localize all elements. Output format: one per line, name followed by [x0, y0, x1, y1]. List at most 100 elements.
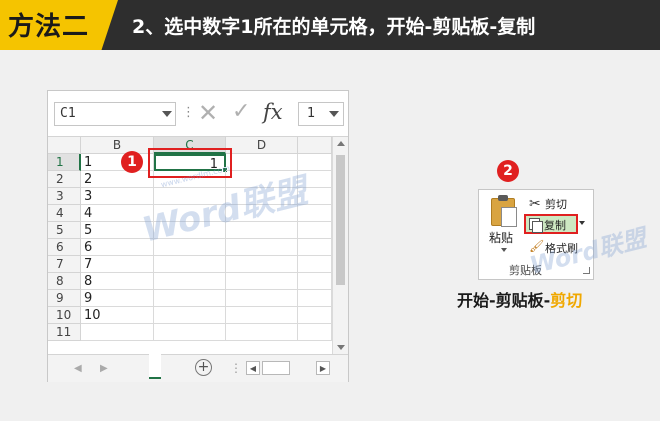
cell[interactable]: [154, 324, 226, 341]
cell[interactable]: [154, 239, 226, 256]
cell[interactable]: [298, 324, 332, 341]
cell[interactable]: 5: [81, 222, 154, 239]
scroll-right-icon[interactable]: ▶: [316, 361, 330, 375]
cell[interactable]: [226, 273, 298, 290]
enter-icon[interactable]: ✓: [232, 99, 250, 124]
select-all-corner[interactable]: [48, 137, 81, 154]
row-header[interactable]: 7: [48, 256, 81, 273]
table-row: 3 3: [48, 188, 332, 205]
row-header[interactable]: 9: [48, 290, 81, 307]
cell[interactable]: [226, 307, 298, 324]
cell[interactable]: [298, 222, 332, 239]
formula-input[interactable]: 1: [298, 102, 344, 126]
cell[interactable]: [154, 273, 226, 290]
horizontal-scroll-thumb[interactable]: [262, 361, 290, 375]
cell[interactable]: [226, 324, 298, 341]
table-row: 6 6: [48, 239, 332, 256]
row-header[interactable]: 6: [48, 239, 81, 256]
cell[interactable]: 9: [81, 290, 154, 307]
cut-button[interactable]: 剪切: [545, 196, 567, 212]
chevron-down-icon[interactable]: [579, 221, 585, 225]
row-header[interactable]: 2: [48, 171, 81, 188]
row-header[interactable]: 4: [48, 205, 81, 222]
column-header-d[interactable]: D: [226, 137, 298, 154]
cancel-icon[interactable]: ✕: [198, 99, 218, 127]
cell[interactable]: 2: [81, 171, 154, 188]
scroll-down-icon[interactable]: [337, 345, 345, 350]
row-header[interactable]: 5: [48, 222, 81, 239]
scroll-up-icon[interactable]: [337, 141, 345, 146]
chevron-down-icon[interactable]: [501, 248, 507, 252]
cell[interactable]: 8: [81, 273, 154, 290]
cell[interactable]: [154, 205, 226, 222]
sheet-tab-bar: ◀ ▶ + ⋮ ◀ ▶: [48, 353, 348, 382]
cell[interactable]: 7: [81, 256, 154, 273]
cell[interactable]: 3: [81, 188, 154, 205]
group-label: 剪贴板: [509, 264, 542, 277]
format-painter-button[interactable]: 格式刷: [545, 240, 578, 256]
cell[interactable]: [226, 188, 298, 205]
cell[interactable]: [226, 205, 298, 222]
table-row: 4 4: [48, 205, 332, 222]
copy-label: 复制: [544, 219, 566, 232]
add-sheet-icon[interactable]: +: [195, 359, 212, 376]
copy-icon: [529, 218, 543, 233]
cell[interactable]: [154, 290, 226, 307]
sheet-prev-icon[interactable]: ◀: [74, 363, 82, 374]
cell[interactable]: [298, 256, 332, 273]
name-box-value: C1: [60, 106, 76, 121]
cell[interactable]: [226, 222, 298, 239]
insert-function-button[interactable]: fx: [263, 100, 283, 124]
cell[interactable]: [298, 171, 332, 188]
cell[interactable]: [298, 307, 332, 324]
vertical-scrollbar[interactable]: [332, 137, 348, 354]
cell[interactable]: [298, 154, 332, 171]
name-box[interactable]: C1: [54, 102, 176, 126]
row-header[interactable]: 10: [48, 307, 81, 324]
cell-b1[interactable]: 1: [81, 154, 154, 171]
scroll-thumb[interactable]: [336, 155, 345, 285]
step-title: 2、选中数字1所在的单元格，开始-剪贴板-复制: [132, 16, 536, 38]
cell[interactable]: [154, 256, 226, 273]
cell[interactable]: [154, 307, 226, 324]
clip-icon: [498, 195, 508, 201]
column-header-b[interactable]: B: [81, 137, 154, 154]
cell[interactable]: [81, 324, 154, 341]
format-painter-icon[interactable]: 🖌: [529, 239, 544, 253]
scroll-left-icon[interactable]: ◀: [246, 361, 260, 375]
cell[interactable]: [226, 239, 298, 256]
clipboard-group: 粘贴 ✂ 剪切 复制 🖌 格式刷 剪贴板: [478, 189, 594, 280]
table-row: 8 8: [48, 273, 332, 290]
cell[interactable]: [154, 222, 226, 239]
cell[interactable]: [298, 239, 332, 256]
row-header[interactable]: 11: [48, 324, 81, 341]
scissors-icon[interactable]: ✂: [529, 196, 541, 212]
sheet-tab[interactable]: [149, 353, 161, 379]
cell[interactable]: [226, 154, 298, 171]
chevron-down-icon[interactable]: [329, 111, 339, 117]
cell[interactable]: [154, 188, 226, 205]
cell[interactable]: 6: [81, 239, 154, 256]
more-icon: ⋮: [182, 105, 195, 120]
row-header[interactable]: 8: [48, 273, 81, 290]
cell[interactable]: [298, 273, 332, 290]
cell[interactable]: 4: [81, 205, 154, 222]
step-marker-2: 2: [497, 160, 519, 182]
cell[interactable]: [298, 290, 332, 307]
dialog-launcher-icon[interactable]: [583, 267, 590, 274]
splitter-icon[interactable]: ⋮: [230, 361, 242, 375]
cell[interactable]: [226, 256, 298, 273]
chevron-down-icon[interactable]: [162, 111, 172, 117]
cell[interactable]: [226, 290, 298, 307]
copy-button[interactable]: 复制: [524, 214, 578, 234]
caption-highlight: 剪切: [550, 291, 583, 310]
formula-value: 1: [307, 106, 316, 121]
cell[interactable]: [298, 205, 332, 222]
cell[interactable]: [226, 171, 298, 188]
sheet-next-icon[interactable]: ▶: [100, 363, 108, 374]
cell[interactable]: [298, 188, 332, 205]
row-header[interactable]: 3: [48, 188, 81, 205]
cell[interactable]: 10: [81, 307, 154, 324]
column-header-e[interactable]: [298, 137, 332, 154]
row-header[interactable]: 1: [48, 154, 81, 171]
